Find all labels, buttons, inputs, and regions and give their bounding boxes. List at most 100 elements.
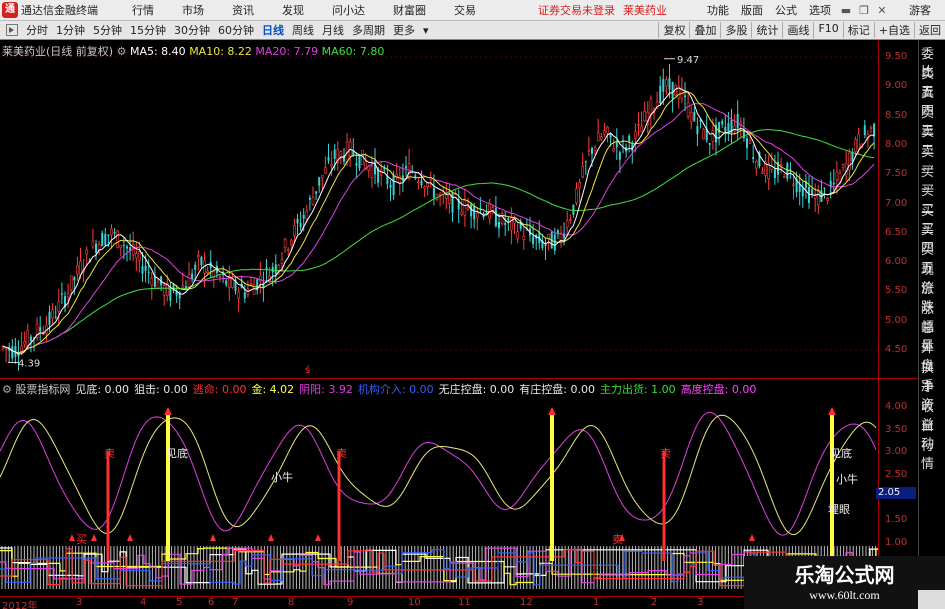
candle-body: [854, 139, 857, 152]
buy-arrow-icon: [268, 534, 274, 541]
multi-stock-button[interactable]: 多股: [720, 22, 751, 38]
menu-market[interactable]: 行情: [118, 2, 168, 18]
close-icon[interactable]: ✕: [873, 4, 891, 17]
overlay-button[interactable]: 叠加: [689, 22, 720, 38]
candle-body: [665, 79, 668, 87]
candle-body: [333, 149, 336, 159]
side-panel-item[interactable]: 行情: [921, 438, 945, 474]
price-tick: 5.50: [885, 285, 908, 297]
tab-daily[interactable]: 日线: [258, 22, 288, 38]
sell-signal-bar: [337, 451, 341, 561]
tab-30min[interactable]: 30分钟: [170, 22, 214, 38]
candle-body: [327, 157, 330, 161]
candle-body: [689, 112, 693, 122]
bottom-signal-bar: [166, 411, 170, 561]
date-tick: 1: [593, 597, 600, 608]
candle-body: [702, 129, 705, 139]
candle-body: [76, 265, 79, 275]
settings-icon[interactable]: ⚙: [117, 45, 127, 58]
candle-body: [138, 251, 141, 261]
candle-body: [599, 136, 603, 140]
candle-body: [225, 280, 228, 285]
candle-body: [823, 187, 826, 190]
candle-body: [4, 347, 8, 350]
corner-box: [918, 590, 945, 609]
menu-function[interactable]: 功能: [701, 2, 735, 18]
draw-line-button[interactable]: 画线: [782, 22, 813, 38]
candle-body: [206, 270, 209, 273]
add-watchlist-button[interactable]: +自选: [873, 22, 914, 38]
bottom-label: 见底: [830, 446, 852, 460]
candlestick-chart[interactable]: 9.47 4.39 ś: [0, 40, 878, 378]
title-bar: 通 通达信金融终端 行情 市场 资讯 发现 问小达 财富圈 交易 证券交易未登录…: [0, 0, 945, 20]
buy-arrow-icon: [210, 534, 216, 541]
candle-body: [736, 113, 739, 129]
indicator-tick: 4.00: [885, 401, 908, 412]
candle-body: [547, 233, 550, 239]
candle-body: [708, 142, 711, 145]
candle-body: [643, 111, 647, 122]
tab-more[interactable]: 更多: [389, 22, 419, 38]
mark-button[interactable]: 标记: [842, 22, 874, 38]
candle-body: [156, 281, 160, 290]
candle-body: [637, 123, 640, 126]
panel-separator[interactable]: [0, 378, 918, 379]
menu-ask[interactable]: 问小达: [318, 2, 379, 18]
candle-body: [841, 164, 845, 168]
candle-body: [405, 166, 407, 168]
candle-body: [231, 278, 234, 288]
play-icon[interactable]: [6, 24, 18, 36]
menu-news[interactable]: 资讯: [218, 2, 268, 18]
statistics-button[interactable]: 统计: [751, 22, 782, 38]
right-menu: 功能 版面 公式 选项 ▬ ❐ ✕ 游客: [701, 2, 945, 18]
candle-body: [289, 239, 293, 245]
tab-60min[interactable]: 60分钟: [214, 22, 258, 38]
candle-body: [355, 163, 358, 166]
candle-body: [218, 276, 222, 278]
tab-5min[interactable]: 5分钟: [89, 22, 126, 38]
candle-body: [318, 177, 321, 186]
candle-body: [782, 176, 786, 178]
candle-body: [73, 277, 76, 281]
tab-weekly[interactable]: 周线: [288, 22, 318, 38]
tab-multi-period[interactable]: 多周期: [348, 22, 389, 38]
login-notice[interactable]: 证券交易未登录: [538, 2, 615, 18]
menu-trade[interactable]: 交易: [440, 2, 490, 18]
menu-wealth[interactable]: 财富圈: [379, 2, 440, 18]
event-marker-icon[interactable]: ś: [305, 364, 310, 376]
candle-body: [286, 249, 290, 252]
candle-body: [559, 233, 563, 241]
tab-1min[interactable]: 1分钟: [52, 22, 89, 38]
candle-body: [320, 175, 324, 178]
tab-15min[interactable]: 15分钟: [126, 22, 170, 38]
menu-markets[interactable]: 市场: [168, 2, 218, 18]
chart-title: 莱美药业(日线 前复权): [2, 45, 114, 58]
up-arrow-icon: [548, 407, 556, 415]
candle-body: [48, 311, 51, 325]
candle-body: [748, 140, 752, 144]
candle-body: [572, 204, 575, 215]
candle-body: [811, 189, 814, 195]
menu-layout[interactable]: 版面: [735, 2, 769, 18]
indicator-tick: 3.00: [885, 446, 908, 458]
candle-body: [423, 186, 426, 189]
candle-body: [144, 265, 147, 271]
candle-body: [575, 188, 578, 204]
tab-monthly[interactable]: 月线: [318, 22, 348, 38]
back-button[interactable]: 返回: [914, 22, 945, 38]
candle-body: [473, 205, 476, 220]
more-dropdown-icon[interactable]: ▾: [419, 24, 433, 37]
ma10-value: MA10: 8.22: [189, 45, 252, 58]
candle-body: [733, 125, 736, 132]
menu-formula[interactable]: 公式: [769, 2, 803, 18]
guest-label[interactable]: 游客: [891, 2, 945, 18]
tab-timeshare[interactable]: 分时: [22, 22, 52, 38]
candle-body: [426, 182, 430, 188]
restore-icon[interactable]: ❐: [855, 4, 873, 17]
restore-rights-button[interactable]: 复权: [658, 22, 689, 38]
minimize-icon[interactable]: ▬: [837, 4, 855, 17]
menu-options[interactable]: 选项: [803, 2, 837, 18]
candle-body: [591, 147, 593, 155]
menu-discover[interactable]: 发现: [268, 2, 318, 18]
f10-button[interactable]: F10: [813, 22, 842, 38]
